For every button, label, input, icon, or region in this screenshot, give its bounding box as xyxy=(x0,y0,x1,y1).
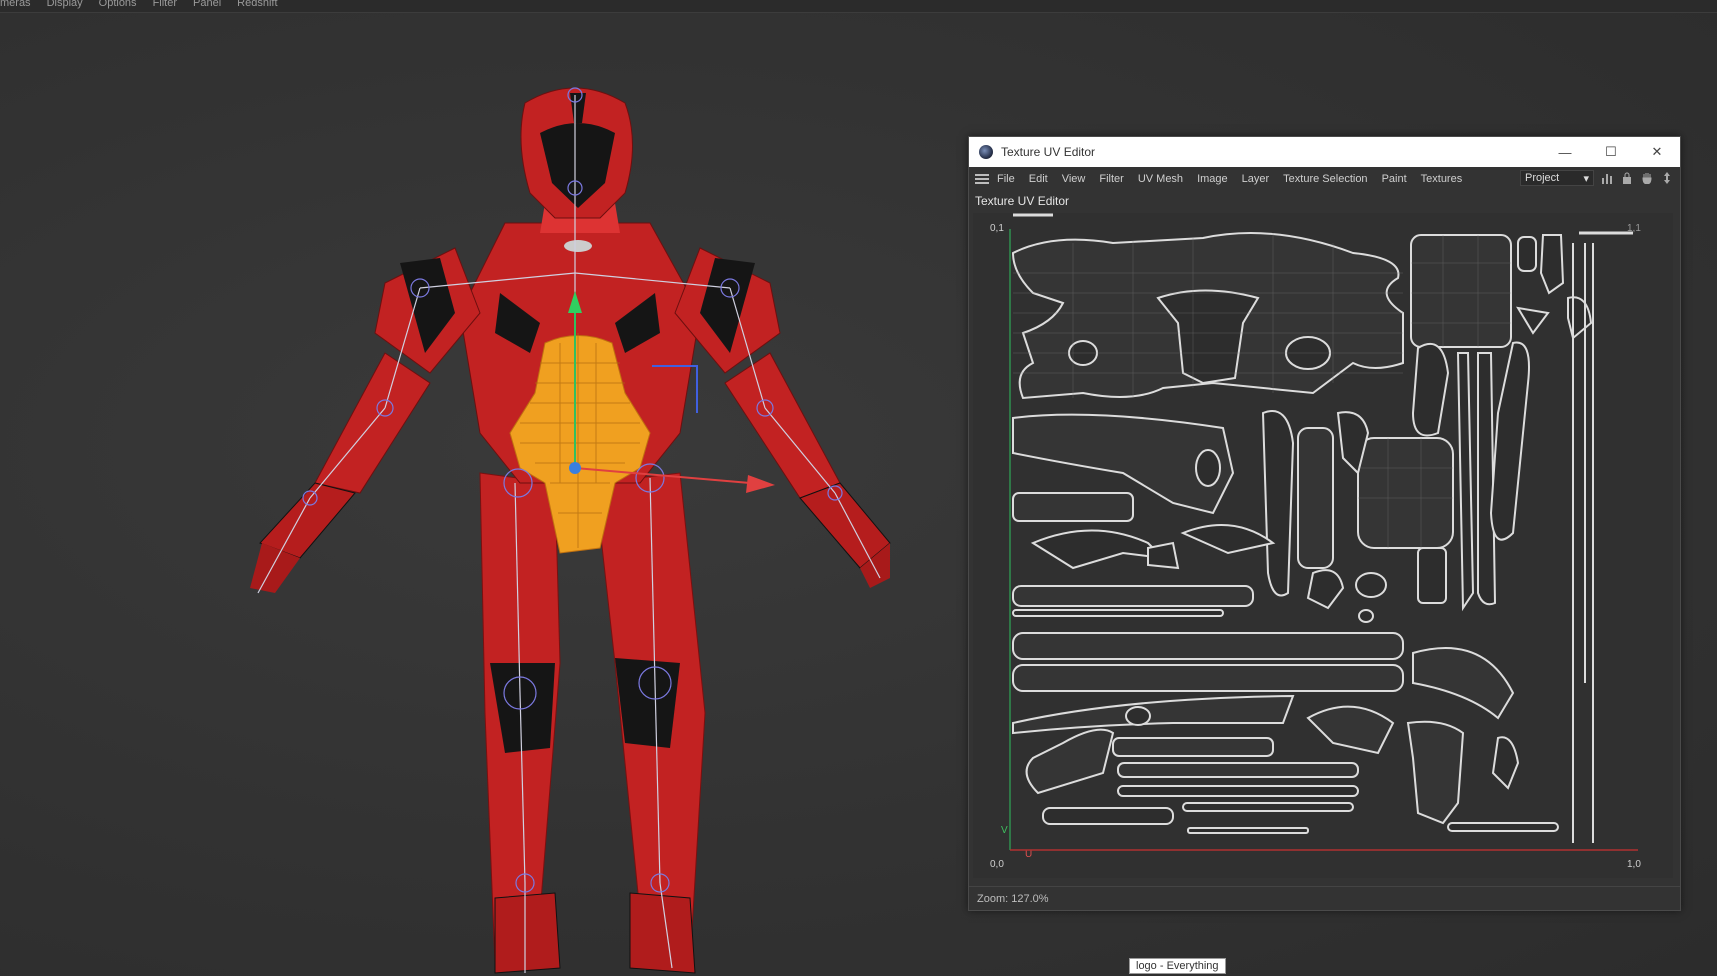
panel-title: Texture UV Editor xyxy=(975,194,1070,208)
project-dropdown-value: Project xyxy=(1525,172,1560,184)
menu-layer[interactable]: Layer xyxy=(1242,173,1270,185)
project-dropdown[interactable]: Project ▾ xyxy=(1520,170,1594,186)
menu-redshift[interactable]: Redshift xyxy=(237,0,277,12)
menu-textures[interactable]: Textures xyxy=(1421,173,1463,185)
menu-cameras[interactable]: meras xyxy=(0,0,31,12)
uv-canvas[interactable]: 0,1 0,0 1,0 1,1 V U xyxy=(973,213,1673,878)
hamburger-menu-icon[interactable] xyxy=(975,174,989,184)
menu-filter[interactable]: Filter xyxy=(153,0,177,12)
menu-display[interactable]: Display xyxy=(47,0,83,12)
window-title: Texture UV Editor xyxy=(1001,145,1096,159)
logo-tooltip: logo - Everything xyxy=(1129,958,1226,974)
lock-icon[interactable] xyxy=(1620,171,1634,185)
maximize-button[interactable]: ☐ xyxy=(1588,137,1634,167)
zoom-status: Zoom: 127.0% xyxy=(969,886,1680,910)
menu-options[interactable]: Options xyxy=(99,0,137,12)
menu-panel[interactable]: Panel xyxy=(193,0,221,12)
histogram-icon[interactable] xyxy=(1600,171,1614,185)
menu-uv-mesh[interactable]: UV Mesh xyxy=(1138,173,1183,185)
uv-islands-layout[interactable] xyxy=(973,213,1673,878)
menu-image[interactable]: Image xyxy=(1197,173,1228,185)
menu-filter[interactable]: Filter xyxy=(1099,173,1123,185)
character-model[interactable] xyxy=(0,13,960,976)
pan-hand-icon[interactable] xyxy=(1640,171,1654,185)
move-arrows-icon[interactable] xyxy=(1660,171,1674,185)
cinema4d-app-icon xyxy=(979,145,993,159)
uv-menu-bar: File Edit View Filter UV Mesh Image Laye… xyxy=(969,167,1680,191)
robot-character[interactable] xyxy=(250,87,891,974)
chevron-down-icon: ▾ xyxy=(1583,172,1589,185)
uv-islands[interactable] xyxy=(1011,213,1633,843)
close-button[interactable]: ✕ xyxy=(1634,137,1680,167)
menu-edit[interactable]: Edit xyxy=(1029,173,1048,185)
window-titlebar[interactable]: Texture UV Editor — ☐ ✕ xyxy=(969,137,1680,167)
menu-paint[interactable]: Paint xyxy=(1382,173,1407,185)
menu-view[interactable]: View xyxy=(1062,173,1086,185)
viewport-menu-bar: meras Display Options Filter Panel Redsh… xyxy=(0,0,1717,13)
menu-file[interactable]: File xyxy=(997,173,1015,185)
minimize-button[interactable]: — xyxy=(1542,137,1588,167)
menu-texture-selection[interactable]: Texture Selection xyxy=(1283,173,1367,185)
texture-uv-editor-window[interactable]: Texture UV Editor — ☐ ✕ File Edit View F… xyxy=(968,136,1681,911)
